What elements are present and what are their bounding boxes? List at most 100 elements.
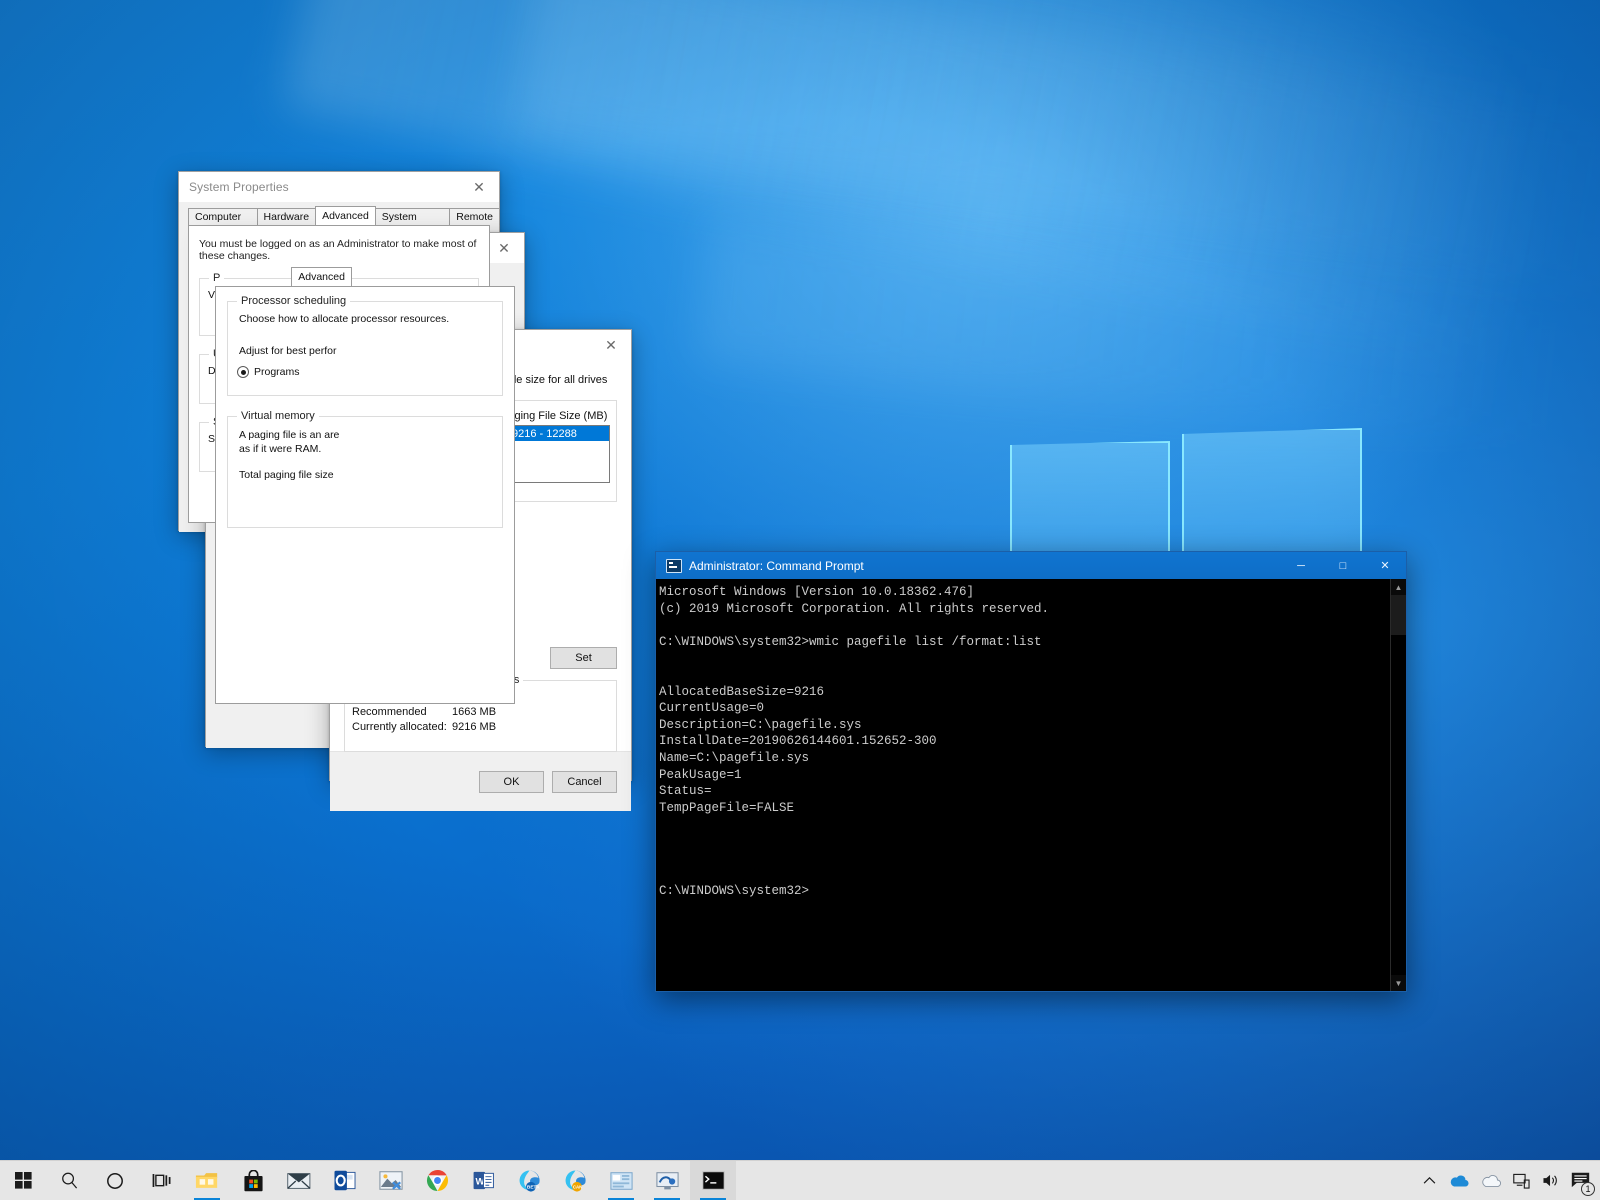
edge-canary-icon: CAN — [564, 1169, 587, 1192]
cancel-button[interactable]: Cancel — [552, 771, 617, 793]
onedrive-white-icon — [1481, 1174, 1501, 1188]
administrator-notice: You must be logged on as an Administrato… — [199, 238, 479, 262]
virtual-memory-line2: as if it were RAM. — [228, 441, 502, 455]
performance-options-window[interactable]: Performance Options ✕ Visual Effects Adv… — [205, 232, 525, 747]
tab-computer-name[interactable]: Computer Name — [188, 208, 258, 225]
start-button[interactable] — [0, 1161, 46, 1200]
close-icon[interactable]: ✕ — [459, 172, 499, 202]
chevron-up-icon — [1423, 1176, 1436, 1185]
currently-allocated-value: 9216 MB — [452, 721, 496, 733]
search-button[interactable] — [46, 1161, 92, 1200]
set-button[interactable]: Set — [550, 647, 617, 669]
cortana-button[interactable] — [92, 1161, 138, 1200]
task-view-icon — [152, 1172, 171, 1189]
command-prompt-titlebar[interactable]: Administrator: Command Prompt ─ □ ✕ — [656, 552, 1406, 579]
google-chrome[interactable] — [414, 1161, 460, 1200]
system-tray[interactable]: 1 — [1415, 1161, 1600, 1200]
scroll-down-button[interactable]: ▼ — [1391, 975, 1406, 991]
snipping-tool[interactable] — [598, 1161, 644, 1200]
console-output-area[interactable]: Microsoft Windows [Version 10.0.18362.47… — [656, 579, 1390, 991]
virtual-memory-group: Virtual memory A paging file is an are a… — [227, 416, 503, 528]
console-text: Microsoft Windows [Version 10.0.18362.47… — [659, 584, 1384, 899]
windows-logo-icon — [15, 1172, 32, 1189]
edge-beta-icon: BETA — [518, 1169, 541, 1192]
edge-canary[interactable]: CAN — [552, 1161, 598, 1200]
drive-paging-size: 9216 - 12288 — [512, 428, 577, 440]
column-paging-file-size: Paging File Size (MB) — [501, 410, 607, 422]
recommended-value: 1663 MB — [452, 706, 496, 718]
outlook-icon — [334, 1170, 356, 1191]
onedrive-personal-button[interactable] — [1443, 1161, 1475, 1200]
system-properties-title: System Properties — [179, 180, 289, 194]
performance-group-label: P — [209, 272, 224, 284]
command-prompt-window[interactable]: Administrator: Command Prompt ─ □ ✕ Micr… — [655, 551, 1407, 992]
recommended-row: Recommended 1663 MB — [345, 703, 616, 718]
scroll-up-button[interactable]: ▲ — [1391, 579, 1406, 595]
virtual-memory-dialog-buttons[interactable]: OK Cancel — [330, 751, 631, 811]
tab-system-protection[interactable]: System Protection — [375, 208, 450, 225]
folder-icon — [195, 1171, 219, 1191]
network-icon — [1513, 1173, 1530, 1189]
command-prompt-window-controls[interactable]: ─ □ ✕ — [1280, 552, 1406, 579]
action-center-badge: 1 — [1581, 1182, 1595, 1196]
snipping-tool-icon — [610, 1171, 633, 1191]
console-scrollbar[interactable]: ▲ ▼ — [1390, 579, 1406, 991]
volume-button[interactable] — [1536, 1161, 1565, 1200]
close-icon[interactable]: ✕ — [484, 233, 524, 263]
command-prompt-taskbar-button[interactable] — [690, 1161, 736, 1200]
mail[interactable] — [276, 1161, 322, 1200]
microsoft-word[interactable]: W — [460, 1161, 506, 1200]
recommended-label: Recommended — [352, 706, 452, 718]
system-properties-tabs[interactable]: Computer Name Hardware Advanced System P… — [179, 206, 499, 225]
task-view-button[interactable] — [138, 1161, 184, 1200]
system-properties-titlebar[interactable]: System Properties ✕ — [179, 172, 499, 202]
cortana-circle-icon — [106, 1172, 124, 1190]
svg-text:BETA: BETA — [526, 1185, 539, 1191]
radio-programs-icon[interactable] — [237, 366, 249, 378]
network-button[interactable] — [1507, 1161, 1536, 1200]
processor-scheduling-label: Processor scheduling — [237, 295, 350, 307]
store-bag-icon — [243, 1170, 264, 1192]
console-icon — [702, 1171, 725, 1190]
minimize-button[interactable]: ─ — [1280, 552, 1322, 579]
adjust-for-best-performance-label: Adjust for best perfor — [228, 325, 502, 357]
processor-scheduling-group: Processor scheduling Choose how to alloc… — [227, 301, 503, 396]
onedrive-blue-icon — [1449, 1174, 1469, 1188]
command-prompt-title: Administrator: Command Prompt — [689, 559, 864, 573]
currently-allocated-row: Currently allocated: 9216 MB — [345, 718, 616, 733]
speaker-icon — [1542, 1173, 1559, 1188]
outlook[interactable] — [322, 1161, 368, 1200]
virtual-memory-group-label: Virtual memory — [237, 410, 319, 422]
svg-text:CAN: CAN — [572, 1185, 582, 1190]
search-icon — [60, 1171, 79, 1190]
scrollbar-thumb[interactable] — [1391, 595, 1406, 635]
photos[interactable] — [368, 1161, 414, 1200]
tab-advanced[interactable]: Advanced — [291, 267, 352, 286]
onedrive-business-button[interactable] — [1475, 1161, 1507, 1200]
remote-desktop-icon — [656, 1171, 679, 1191]
tab-hardware[interactable]: Hardware — [257, 208, 317, 225]
file-explorer[interactable] — [184, 1161, 230, 1200]
microsoft-store[interactable] — [230, 1161, 276, 1200]
currently-allocated-label: Currently allocated: — [352, 721, 452, 733]
taskbar[interactable]: W BETA CAN — [0, 1160, 1600, 1200]
mail-envelope-icon — [287, 1172, 311, 1190]
chrome-icon — [426, 1169, 449, 1192]
edge-beta[interactable]: BETA — [506, 1161, 552, 1200]
ok-button[interactable]: OK — [479, 771, 544, 793]
maximize-button[interactable]: □ — [1322, 552, 1364, 579]
close-icon[interactable]: ✕ — [591, 330, 631, 360]
tab-remote[interactable]: Remote — [449, 208, 500, 225]
console-icon — [666, 559, 682, 573]
radio-programs[interactable]: Programs — [228, 357, 502, 378]
word-icon: W — [473, 1170, 494, 1191]
virtual-memory-line3: Total paging file size — [228, 455, 502, 481]
action-center-button[interactable]: 1 — [1565, 1161, 1596, 1200]
close-button[interactable]: ✕ — [1364, 552, 1406, 579]
show-hidden-icons-button[interactable] — [1415, 1161, 1443, 1200]
photos-icon — [379, 1170, 403, 1191]
tab-advanced[interactable]: Advanced — [315, 206, 376, 225]
remote-desktop[interactable] — [644, 1161, 690, 1200]
radio-programs-label: Programs — [254, 366, 300, 378]
scrollbar-track[interactable] — [1391, 595, 1406, 975]
